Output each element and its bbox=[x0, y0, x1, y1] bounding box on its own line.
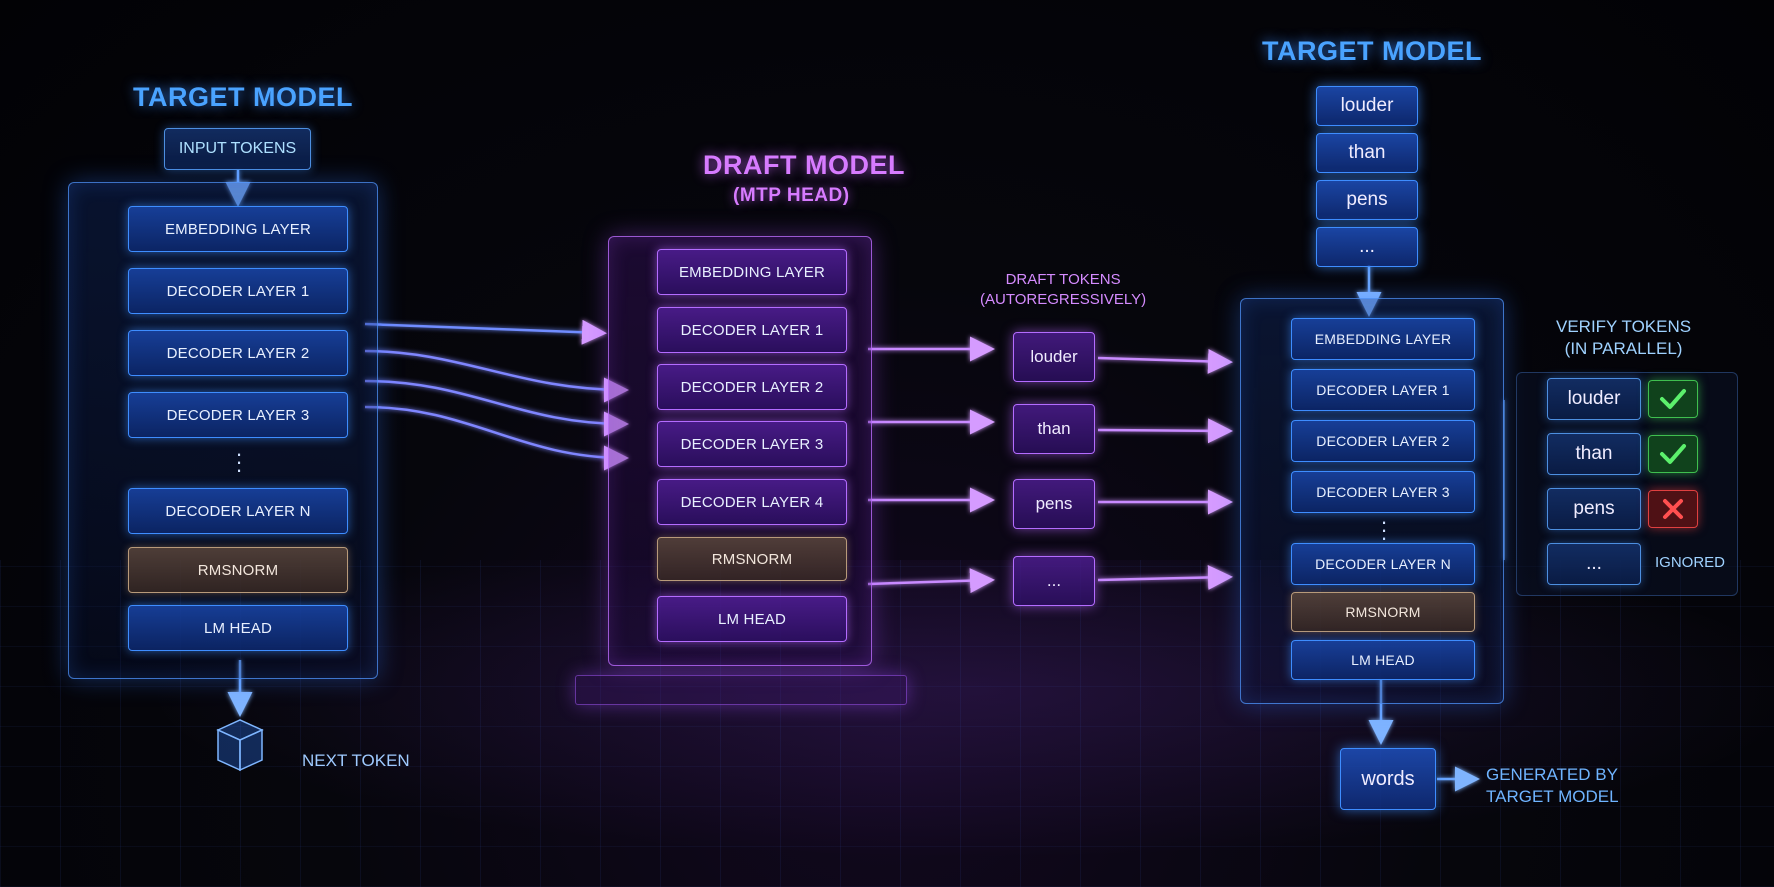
draft-rmsnorm: RMSNORM bbox=[657, 537, 847, 581]
draft-decoder-layer-2: DECODER LAYER 2 bbox=[657, 364, 847, 410]
left-decoder-layer-3: DECODER LAYER 3 bbox=[128, 392, 348, 438]
output-caption-line1: GENERATED BY bbox=[1486, 765, 1618, 784]
draft-base-platform bbox=[575, 675, 907, 705]
draft-decoder-layer-4: DECODER LAYER 4 bbox=[657, 479, 847, 525]
draft-token-louder: louder bbox=[1013, 332, 1095, 382]
left-lm-head: LM HEAD bbox=[128, 605, 348, 651]
conn-layer1 bbox=[364, 319, 607, 345]
verify-caption-line1: VERIFY TOKENS bbox=[1556, 317, 1692, 336]
draft-decoder-layer-1: DECODER LAYER 1 bbox=[657, 307, 847, 353]
right-decoder-layer-1: DECODER LAYER 1 bbox=[1291, 369, 1475, 411]
rejected-x-icon bbox=[1648, 490, 1698, 528]
draft-decoder-layer-3: DECODER LAYER 3 bbox=[657, 421, 847, 467]
draft-tokens-caption-line2: (AUTOREGRESSIVELY) bbox=[980, 290, 1147, 308]
output-caption: GENERATED BY TARGET MODEL bbox=[1486, 764, 1619, 808]
next-token-label: NEXT TOKEN bbox=[302, 751, 410, 770]
right-rmsnorm: RMSNORM bbox=[1291, 592, 1475, 632]
right-input-token-than: than bbox=[1316, 133, 1418, 173]
output-caption-line2: TARGET MODEL bbox=[1486, 787, 1619, 807]
left-title: TARGET MODEL bbox=[133, 82, 353, 112]
left-ellipsis-dots: · · · bbox=[235, 441, 243, 482]
draft-token-pens: pens bbox=[1013, 479, 1095, 529]
right-input-token-louder: louder bbox=[1316, 86, 1418, 126]
next-token-cube-icon bbox=[216, 719, 264, 772]
verify-token-louder: louder bbox=[1547, 378, 1641, 420]
verify-caption: VERIFY TOKENS (IN PARALLEL) bbox=[1556, 316, 1691, 360]
right-lm-head: LM HEAD bbox=[1291, 640, 1475, 680]
left-embedding-layer: EMBEDDING LAYER bbox=[128, 206, 348, 252]
draft-tokens-caption: DRAFT TOKENS (AUTOREGRESSIVELY) bbox=[980, 270, 1146, 309]
left-rmsnorm: RMSNORM bbox=[128, 547, 348, 593]
right-decoder-layer-2: DECODER LAYER 2 bbox=[1291, 420, 1475, 462]
draft-subtitle: (MTP HEAD) bbox=[733, 185, 850, 206]
right-input-token-ellipsis: ... bbox=[1316, 227, 1418, 267]
verify-token-than: than bbox=[1547, 433, 1641, 475]
draft-lm-head: LM HEAD bbox=[657, 596, 847, 642]
right-title: TARGET MODEL bbox=[1262, 36, 1482, 66]
conn-layer3 bbox=[364, 405, 629, 471]
draft-tokens-caption-line1: DRAFT TOKENS bbox=[1005, 271, 1121, 288]
right-embedding-layer: EMBEDDING LAYER bbox=[1291, 318, 1475, 360]
right-decoder-layer-n: DECODER LAYER N bbox=[1291, 543, 1475, 585]
input-tokens-box: INPUT TOKENS bbox=[164, 128, 311, 170]
draft-embedding-layer: EMBEDDING LAYER bbox=[657, 249, 847, 295]
verify-token-ellipsis: ... bbox=[1547, 543, 1641, 585]
right-input-token-pens: pens bbox=[1316, 180, 1418, 220]
output-token-words: words bbox=[1340, 748, 1436, 810]
draft-title: DRAFT MODEL bbox=[703, 150, 905, 180]
verify-token-pens: pens bbox=[1547, 488, 1641, 530]
right-ellipsis-dots: · · · bbox=[1380, 509, 1388, 550]
draft-token-than: than bbox=[1013, 404, 1095, 454]
left-decoder-layer-2: DECODER LAYER 2 bbox=[128, 330, 348, 376]
ignored-label: IGNORED bbox=[1655, 554, 1726, 571]
left-decoder-layer-1: DECODER LAYER 1 bbox=[128, 268, 348, 314]
draft-token-ellipsis: ... bbox=[1013, 556, 1095, 606]
accepted-check-icon-1 bbox=[1648, 380, 1698, 418]
verify-caption-line2: (IN PARALLEL) bbox=[1564, 339, 1683, 359]
accepted-check-icon-2 bbox=[1648, 435, 1698, 473]
left-decoder-layer-n: DECODER LAYER N bbox=[128, 488, 348, 534]
right-decoder-layer-3: DECODER LAYER 3 bbox=[1291, 471, 1475, 513]
